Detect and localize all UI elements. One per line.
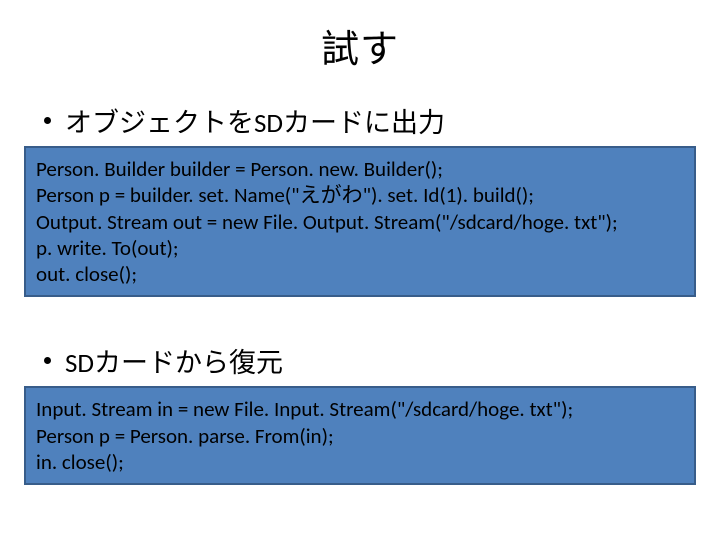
code-line: p. write. To(out); [36, 235, 684, 261]
code-block-1: Person. Builder builder = Person. new. B… [24, 146, 696, 297]
code-line: in. close(); [36, 449, 684, 475]
bullet-dot-icon [44, 117, 51, 124]
code-line: Person p = Person. parse. From(in); [36, 423, 684, 449]
code-line: Input. Stream in = new File. Input. Stre… [36, 396, 684, 422]
code-line: out. close(); [36, 261, 684, 287]
bullet-item-1: オブジェクトをSDカードに出力 [0, 101, 720, 140]
code-line: Person p = builder. set. Name("えがわ"). se… [36, 182, 684, 208]
code-block-2: Input. Stream in = new File. Input. Stre… [24, 386, 696, 485]
slide: 試す オブジェクトをSDカードに出力 Person. Builder build… [0, 0, 720, 540]
code-line: Person. Builder builder = Person. new. B… [36, 156, 684, 182]
bullet-dot-icon [44, 357, 51, 364]
bullet-text-1: オブジェクトをSDカードに出力 [65, 101, 445, 140]
spacer [0, 297, 720, 341]
bullet-item-2: SDカードから復元 [0, 341, 720, 380]
slide-title: 試す [0, 18, 720, 73]
bullet-text-2: SDカードから復元 [65, 341, 283, 380]
code-line: Output. Stream out = new File. Output. S… [36, 209, 684, 235]
